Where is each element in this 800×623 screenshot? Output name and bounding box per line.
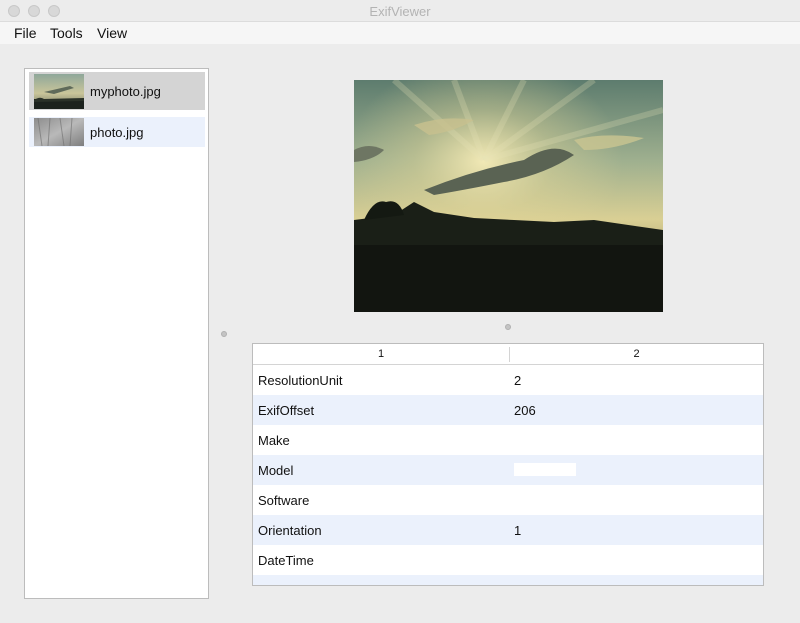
table-row[interactable] — [253, 575, 763, 585]
file-thumbnail — [34, 118, 84, 146]
column-header-1[interactable]: 1 — [253, 348, 509, 360]
file-name: myphoto.jpg — [90, 84, 161, 99]
file-list[interactable]: myphoto.jpg photo.jpg — [24, 68, 209, 599]
horizontal-splitter-handle[interactable] — [505, 324, 511, 330]
title-bar: ExifViewer — [0, 0, 800, 22]
vertical-splitter-handle[interactable] — [221, 331, 227, 337]
table-row[interactable]: ResolutionUnit 2 — [253, 365, 763, 395]
exif-key: Make — [258, 433, 290, 448]
exif-key: ExifOffset — [258, 403, 315, 418]
exif-value-field — [514, 463, 576, 476]
file-list-item[interactable]: myphoto.jpg — [29, 72, 205, 110]
file-name: photo.jpg — [90, 125, 144, 140]
table-row[interactable]: Orientation 1 — [253, 515, 763, 545]
menu-file[interactable]: File — [14, 25, 37, 41]
menu-tools[interactable]: Tools — [50, 25, 83, 41]
exif-key: Model — [258, 463, 294, 478]
exif-key: Orientation — [258, 523, 322, 538]
window-title: ExifViewer — [369, 4, 431, 19]
exif-key: ResolutionUnit — [258, 373, 343, 388]
menu-bar: File Tools View — [0, 22, 800, 44]
photo-preview — [354, 80, 663, 312]
menu-view[interactable]: View — [97, 25, 127, 41]
exif-key: DateTime — [258, 553, 314, 568]
table-row[interactable]: Software — [253, 485, 763, 515]
exif-value: 206 — [514, 403, 536, 418]
table-body: ResolutionUnit 2 ExifOffset 206 Make Mod… — [253, 365, 763, 585]
file-thumbnail — [34, 74, 84, 109]
column-header-2[interactable]: 2 — [510, 348, 763, 360]
exif-table[interactable]: 1 2 ResolutionUnit 2 ExifOffset 206 Make… — [252, 343, 764, 586]
table-row[interactable]: DateTime — [253, 545, 763, 575]
table-header: 1 2 — [253, 344, 763, 365]
table-row[interactable]: Make — [253, 425, 763, 455]
exif-value: 1 — [514, 523, 522, 538]
table-row[interactable]: Model — [253, 455, 763, 485]
exif-key: Software — [258, 493, 310, 508]
file-list-item[interactable]: photo.jpg — [29, 117, 205, 147]
table-row[interactable]: ExifOffset 206 — [253, 395, 763, 425]
exif-value: 2 — [514, 373, 522, 388]
